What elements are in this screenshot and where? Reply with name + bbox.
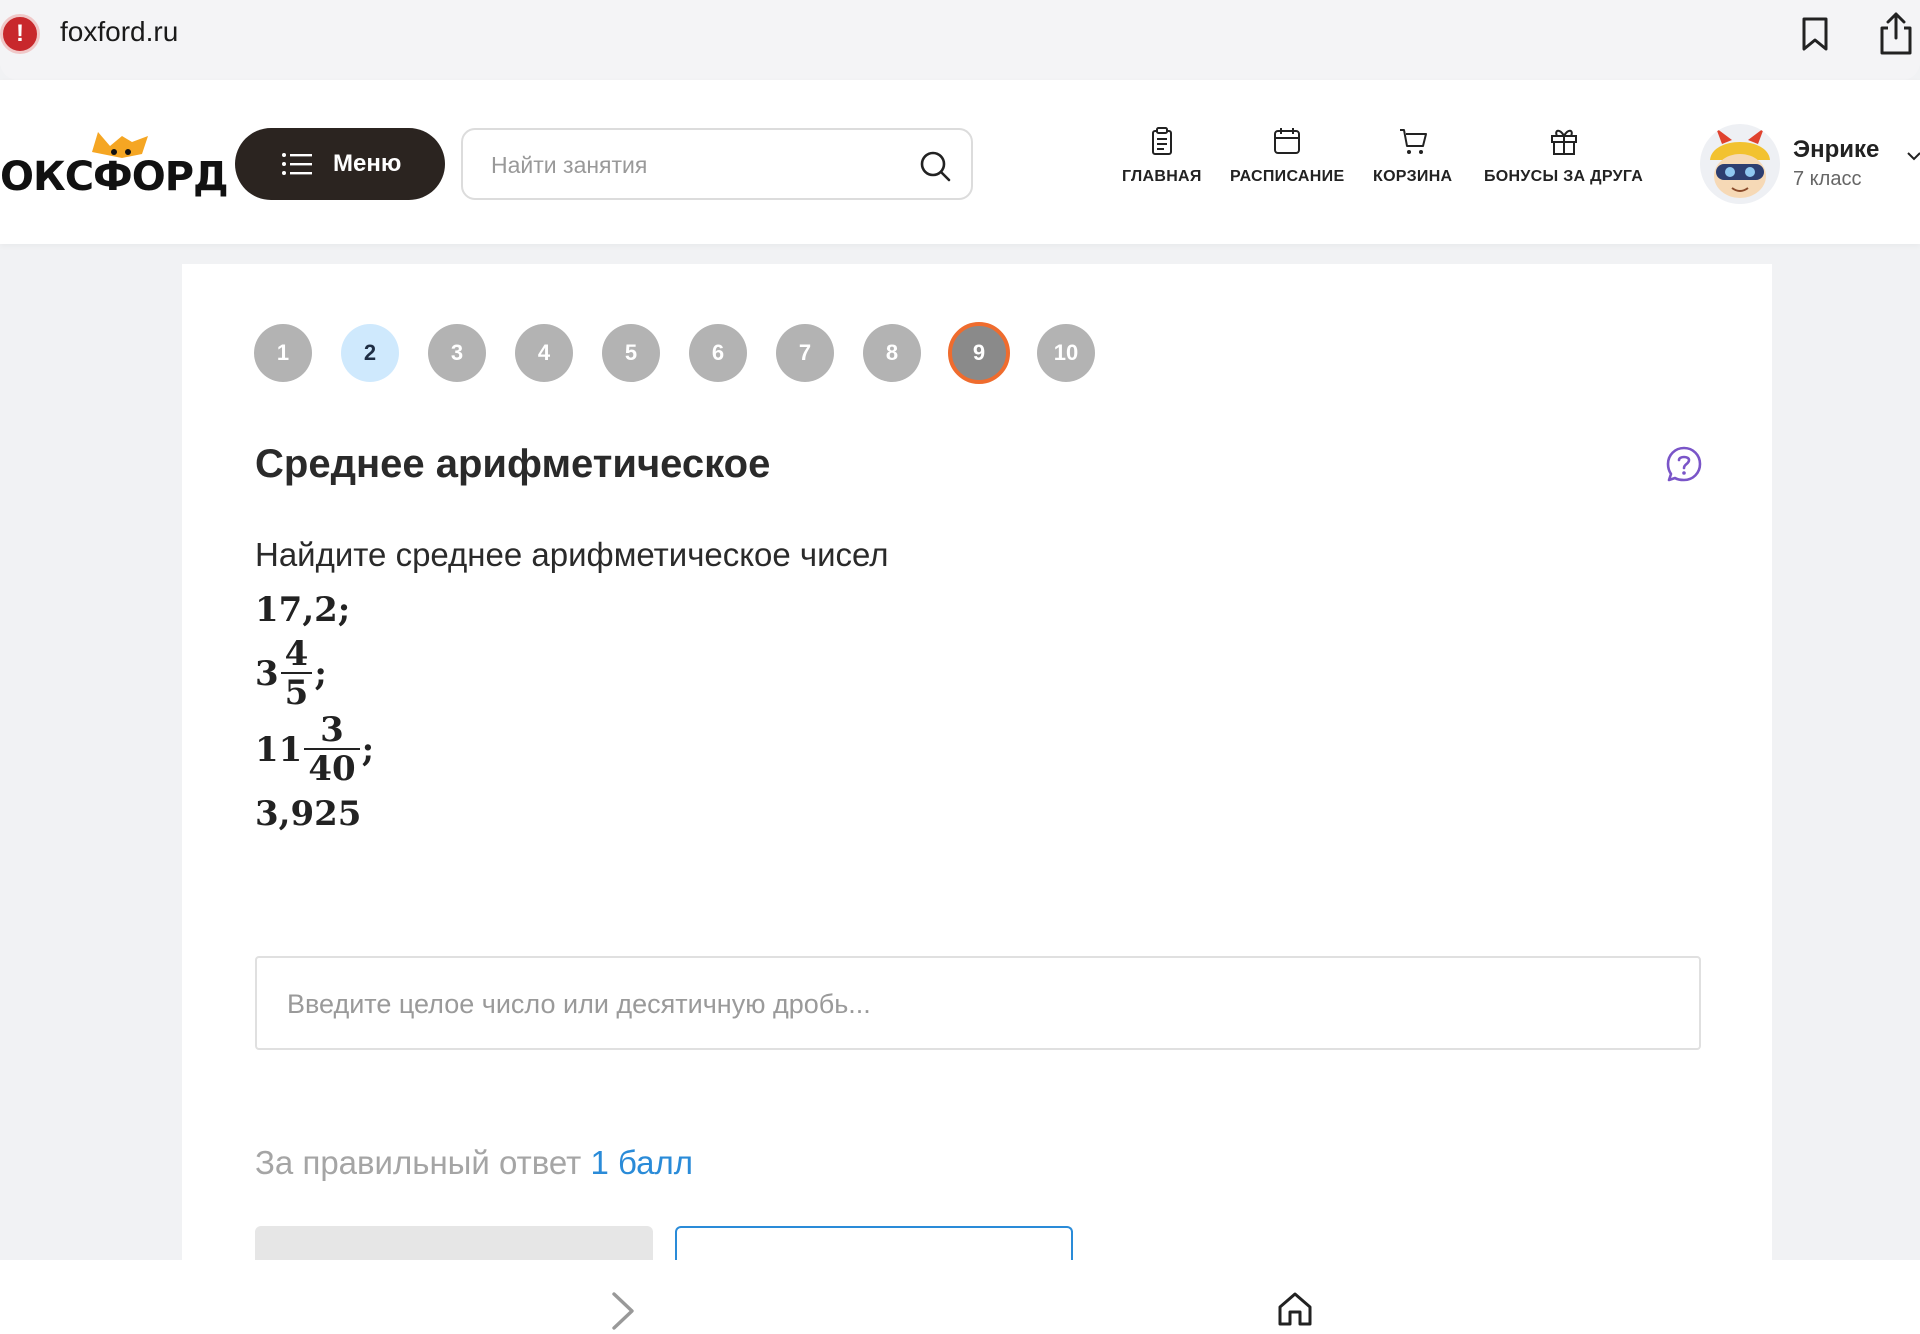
number-3-separator: ;: [361, 730, 375, 770]
avatar[interactable]: [1700, 124, 1780, 204]
step-8[interactable]: 8: [863, 324, 921, 382]
step-2[interactable]: 2: [341, 324, 399, 382]
user-name[interactable]: Энрике: [1793, 136, 1879, 164]
score-line: За правильный ответ 1 балл: [255, 1144, 693, 1182]
step-10[interactable]: 10: [1037, 324, 1095, 382]
browser-address-bar: ! foxford.ru: [0, 0, 1920, 80]
nav-item-bonuses[interactable]: БОНУСЫ ЗА ДРУГА: [1484, 126, 1643, 186]
nav-item-home[interactable]: ГЛАВНАЯ: [1122, 126, 1202, 186]
step-4[interactable]: 4: [515, 324, 573, 382]
question-help-icon[interactable]: [1664, 444, 1704, 484]
nav-label-schedule: РАСПИСАНИЕ: [1230, 168, 1345, 185]
task-title: Среднее арифметическое: [255, 442, 771, 486]
calendar-icon: [1274, 128, 1301, 154]
step-5[interactable]: 5: [602, 324, 660, 382]
url-text[interactable]: foxford.ru: [60, 16, 178, 48]
task-card: 1 2 3 4 5 6 7 8 9 10 Среднее арифметичес…: [182, 264, 1772, 1286]
forward-arrow-icon[interactable]: [610, 1290, 638, 1332]
number-2-fraction: 4 5: [280, 634, 313, 712]
cart-icon: [1399, 129, 1427, 154]
number-3: 11 3 40 ;: [255, 712, 374, 788]
avatar-image: [1710, 128, 1770, 198]
step-3[interactable]: 3: [428, 324, 486, 382]
site-header: ОКСФОРД Меню ГЛАВНАЯ РАСПИСАНИЕ КОРЗИНА …: [0, 80, 1920, 244]
number-3-numerator: 3: [320, 710, 344, 750]
menu-button[interactable]: Меню: [235, 128, 445, 200]
bookmark-icon[interactable]: [1800, 16, 1830, 52]
logo-wordmark[interactable]: ОКСФОРД: [0, 154, 229, 200]
user-grade: 7 класс: [1793, 168, 1862, 190]
browser-bottom-toolbar: [0, 1260, 1920, 1334]
search-icon[interactable]: [919, 150, 951, 182]
gift-icon: [1550, 129, 1577, 155]
exclamation-icon[interactable]: !: [0, 14, 40, 54]
number-3-fraction: 3 40: [304, 710, 360, 788]
nav-label-bonuses: БОНУСЫ ЗА ДРУГА: [1484, 168, 1644, 185]
number-2-whole: 3: [255, 654, 279, 694]
chevron-down-icon[interactable]: [1906, 148, 1920, 164]
menu-label: Меню: [333, 150, 402, 177]
number-1: 17,2;: [255, 590, 350, 630]
nav-item-cart[interactable]: КОРЗИНА: [1373, 126, 1452, 186]
share-icon[interactable]: [1876, 10, 1916, 56]
list-menu-icon: [282, 153, 312, 175]
step-6[interactable]: 6: [689, 324, 747, 382]
number-3-denominator: 40: [304, 748, 360, 788]
task-question: Найдите среднее арифметическое чисел: [255, 536, 889, 573]
step-9-current[interactable]: 9: [948, 322, 1010, 384]
search-input[interactable]: [491, 148, 891, 182]
nav-label-cart: КОРЗИНА: [1373, 168, 1453, 185]
number-1-text: 17,2;: [255, 590, 351, 630]
search-box: [461, 128, 973, 200]
clipboard-icon: [1151, 127, 1172, 155]
home-icon[interactable]: [1276, 1290, 1314, 1328]
number-2-numerator: 4: [284, 634, 309, 674]
number-4: 3,925: [255, 794, 361, 834]
answer-input[interactable]: [287, 984, 1667, 1024]
score-prefix: За правильный ответ: [255, 1144, 582, 1181]
number-2-separator: ;: [314, 654, 327, 694]
task-stepper: 1 2 3 4 5 6 7 8 9 10: [254, 322, 1124, 384]
score-value: 1 балл: [590, 1144, 693, 1181]
step-7[interactable]: 7: [776, 324, 834, 382]
nav-item-schedule[interactable]: РАСПИСАНИЕ: [1230, 126, 1344, 186]
step-1[interactable]: 1: [254, 324, 312, 382]
nav-label-home: ГЛАВНАЯ: [1122, 168, 1202, 185]
number-3-whole: 11: [255, 730, 303, 770]
answer-box: [255, 956, 1701, 1050]
number-2-denominator: 5: [280, 672, 313, 712]
number-4-text: 3,925: [255, 794, 362, 834]
number-2: 3 4 5 ;: [255, 636, 327, 712]
